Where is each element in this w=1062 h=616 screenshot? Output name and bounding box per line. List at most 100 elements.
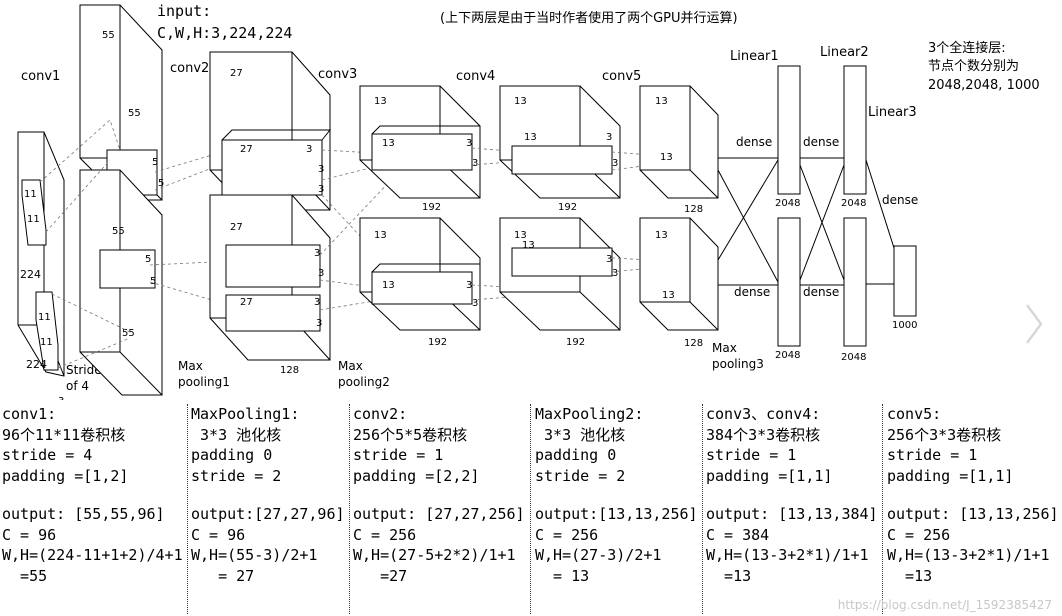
conv2-lower-volume xyxy=(209,194,331,361)
note-line: W,H=(27-3)/2+1 xyxy=(535,546,662,564)
note-line: W,H=(224-11+1+2)/4+1 xyxy=(2,546,183,564)
note-line: 96个11*11卷积核 xyxy=(2,425,126,444)
conv5-lower-volume xyxy=(639,217,719,331)
fc-note-line3: 2048,2048, 1000 xyxy=(928,78,1040,93)
note-line: 384个3*3卷积核 xyxy=(706,425,821,444)
conv5-13-b: 13 xyxy=(662,290,675,301)
linear3-label: Linear3 xyxy=(868,105,917,120)
note-line xyxy=(887,486,1059,504)
conv2-3-a: 3 xyxy=(306,144,312,155)
note-line: stride = 1 xyxy=(706,446,797,464)
note-line: MaxPooling1: xyxy=(191,405,300,423)
linear1-label: Linear1 xyxy=(730,49,779,64)
conv2-3-e: 3 xyxy=(318,268,324,279)
maxpool3-label-b: pooling3 xyxy=(712,357,764,371)
note-conv3-conv4: conv3、conv4: 384个3*3卷积核 stride = 1 padding … xyxy=(706,404,878,612)
conv4-13-a: 13 xyxy=(524,132,537,143)
linear1-upper-2048: 2048 xyxy=(775,198,800,209)
conv2-128-low: 128 xyxy=(280,365,299,376)
conv1-55-side: 55 xyxy=(128,108,141,119)
note-conv5: conv5: 256个3*3卷积核 stride = 1 padding =[1,1]… xyxy=(887,404,1059,612)
linear3-output xyxy=(893,245,917,317)
note-line: C = 256 xyxy=(887,525,951,544)
note-line: 3*3 池化核 xyxy=(535,425,626,444)
input-224-b: 224 xyxy=(26,358,47,371)
kernel-11-c: 11 xyxy=(38,312,51,323)
note-line: C = 256 xyxy=(535,525,599,544)
note-line: conv3、conv4: xyxy=(706,405,821,423)
note-maxpool1: MaxPooling1: 3*3 池化核 padding 0 stride = 2 o… xyxy=(191,404,345,612)
conv2-27-b: 27 xyxy=(240,297,253,308)
linear2-upper xyxy=(843,65,867,195)
conv3-13-top: 13 xyxy=(374,96,387,107)
conv4-13-b: 13 xyxy=(522,240,535,251)
conv2-27-top: 27 xyxy=(230,68,243,79)
conv4-192-top: 192 xyxy=(558,202,577,213)
gpu-note: (上下两层是由于当时作者使用了两个GPU并行运算) xyxy=(440,10,738,26)
conv4-3-a: 3 xyxy=(606,132,612,143)
note-line: padding =[1,1] xyxy=(887,466,1014,485)
conv5-128-top: 128 xyxy=(684,204,703,215)
note-line xyxy=(353,486,525,504)
conv3-3-c: 3 xyxy=(466,280,472,291)
input-shape: C,W,H:3,224,224 xyxy=(157,24,292,42)
note-line: output:[27,27,96] xyxy=(191,505,345,523)
note-line: =55 xyxy=(2,566,48,585)
note-line: padding 0 xyxy=(191,446,273,464)
kernel-11-b: 11 xyxy=(27,214,40,225)
note-line xyxy=(191,486,345,504)
dense-connections xyxy=(717,157,895,286)
note-line: stride = 2 xyxy=(191,466,282,485)
divider xyxy=(187,404,188,614)
conv4-3-c: 3 xyxy=(606,254,612,265)
note-line: stride = 1 xyxy=(353,446,444,464)
conv3-192-low: 192 xyxy=(428,337,447,348)
note-line: = 27 xyxy=(191,566,255,585)
maxpool1-label-a: Max xyxy=(178,359,203,373)
linear2-lower xyxy=(843,217,867,347)
conv3-label: conv3 xyxy=(318,67,357,82)
note-line: 256个5*5卷积核 xyxy=(353,425,468,444)
chevron-right-icon[interactable] xyxy=(1024,302,1044,346)
divider xyxy=(530,404,531,614)
maxpool1-label-b: pooling1 xyxy=(178,375,230,389)
divider xyxy=(882,404,883,614)
conv2-27-a: 27 xyxy=(240,144,253,155)
conv5-128-low: 128 xyxy=(684,338,703,349)
conv2-3-d: 3 xyxy=(314,248,320,259)
note-maxpool2: MaxPooling2: 3*3 池化核 padding 0 stride = 2 o… xyxy=(535,404,698,612)
conv1-5-a: 5 xyxy=(152,157,158,168)
note-line: padding =[1,1] xyxy=(706,466,833,485)
note-line: C = 96 xyxy=(191,525,246,544)
dense-label-1: dense xyxy=(736,135,772,149)
note-line: =27 xyxy=(353,566,408,585)
watermark: https://blog.csdn.net/J_1592385427 xyxy=(837,598,1052,612)
maxpool2-label-a: Max xyxy=(338,359,363,373)
note-line: conv5: xyxy=(887,405,942,423)
dense-label-4: dense xyxy=(803,285,839,299)
conv5-13-top: 13 xyxy=(655,96,668,107)
note-line xyxy=(706,486,878,504)
linear2-lower-2048: 2048 xyxy=(841,352,866,363)
note-line: W,H=(27-5+2*2)/1+1 xyxy=(353,546,516,564)
linear1-upper xyxy=(777,65,801,195)
conv4-13-top: 13 xyxy=(514,96,527,107)
conv2-upper-volume xyxy=(209,51,332,211)
note-line: W,H=(13-3+2*1)/1+1 xyxy=(887,546,1050,564)
dense-label-3: dense xyxy=(734,285,770,299)
note-line: W,H=(13-3+2*1)/1+1 xyxy=(706,546,869,564)
linear1-lower xyxy=(777,217,801,347)
note-line: C = 384 xyxy=(706,525,770,544)
conv2-label: conv2 xyxy=(170,61,209,76)
linear2-upper-2048: 2048 xyxy=(841,198,866,209)
divider xyxy=(702,404,703,614)
conv2-3-b: 3 xyxy=(318,164,324,175)
maxpool3-label-a: Max xyxy=(712,341,737,355)
fc-note-line2: 节点个数分别为 xyxy=(928,59,1019,74)
note-line: padding 0 xyxy=(535,446,617,464)
note-line: conv1: xyxy=(2,405,57,423)
conv3-13-b: 13 xyxy=(382,280,395,291)
conv4-192-low: 192 xyxy=(566,337,585,348)
note-line: output: [27,27,256] xyxy=(353,505,525,523)
linear3-1000: 1000 xyxy=(892,320,917,331)
